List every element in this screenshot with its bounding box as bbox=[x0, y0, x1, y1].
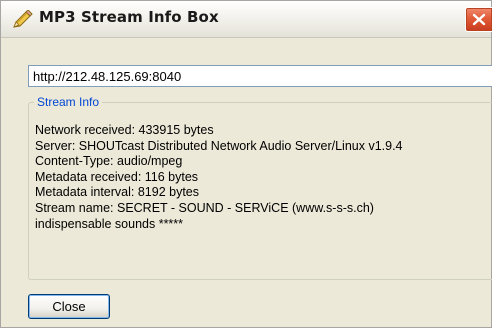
title-bar[interactable]: MP3 Stream Info Box bbox=[1, 1, 492, 38]
close-x-button[interactable] bbox=[465, 7, 492, 32]
info-line-metadata-received: Metadata received: 116 bytes bbox=[35, 169, 199, 184]
close-button[interactable]: Close bbox=[28, 294, 110, 319]
info-line-description: indispensable sounds ***** bbox=[35, 216, 184, 231]
info-line-metadata-interval: Metadata interval: 8192 bytes bbox=[35, 185, 199, 200]
info-line-server: Server: SHOUTcast Distributed Network Au… bbox=[35, 138, 403, 153]
info-line-content-type: Content-Type: audio/mpeg bbox=[35, 154, 183, 169]
stream-info-text: Network received: 433915 bytes Server: S… bbox=[35, 123, 403, 232]
dialog-window: MP3 Stream Info Box Stream Info Network … bbox=[0, 0, 492, 328]
stream-info-legend: Stream Info bbox=[34, 95, 103, 109]
stream-url-field[interactable] bbox=[28, 65, 492, 87]
info-line-network-received: Network received: 433915 bytes bbox=[35, 123, 214, 137]
info-line-stream-name: Stream name: SECRET - SOUND - SERViCE (w… bbox=[35, 200, 374, 215]
pencil-edit-icon bbox=[11, 9, 33, 30]
window-title: MP3 Stream Info Box bbox=[39, 8, 219, 26]
